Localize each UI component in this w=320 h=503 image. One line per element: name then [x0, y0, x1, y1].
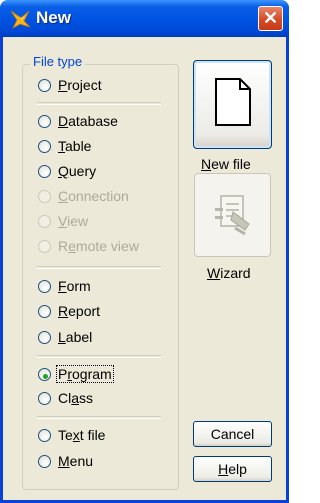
cancel-button[interactable]: Cancel — [193, 421, 272, 447]
separator — [37, 355, 161, 358]
radio-label: Project — [58, 77, 102, 93]
wizard-button[interactable] — [194, 173, 271, 257]
close-icon: ✕ — [262, 8, 279, 28]
radio-circle — [38, 280, 51, 293]
new-doc-spark-icon — [10, 10, 31, 29]
radio-circle — [38, 392, 51, 405]
radio-circle — [38, 429, 51, 442]
radio-circle — [38, 190, 51, 203]
radio-label: Query — [58, 163, 97, 179]
radio-circle — [38, 331, 51, 344]
blank-page-icon — [215, 78, 251, 126]
radio-circle — [38, 455, 51, 468]
radio-label: Class — [58, 390, 94, 406]
radio-label: Program — [56, 365, 114, 383]
new-file-button[interactable] — [193, 60, 272, 149]
radio-label: Label — [58, 329, 93, 345]
radio-label: Report — [58, 303, 101, 319]
radio-circle — [38, 215, 51, 228]
radio-label: View — [58, 213, 89, 229]
radio-circle — [38, 79, 51, 92]
radio-circle — [38, 140, 51, 153]
title-bar[interactable]: New ✕ — [0, 0, 289, 37]
radio-circle — [38, 368, 51, 381]
radio-label: Form — [58, 278, 91, 294]
window-title: New — [36, 8, 71, 27]
radio-label: Text file — [58, 427, 106, 443]
radio-label: Table — [58, 138, 92, 154]
separator — [37, 102, 161, 105]
radio-circle — [38, 240, 51, 253]
separator — [37, 266, 161, 269]
radio-selected-dot — [43, 374, 48, 379]
new-dialog: New ✕ File type Project Database Table Q… — [0, 0, 289, 503]
radio-circle — [38, 165, 51, 178]
wizard-icon — [215, 195, 250, 236]
radio-circle — [38, 115, 51, 128]
radio-label: Menu — [58, 453, 94, 469]
radio-label: Database — [58, 113, 118, 129]
radio-label: Connection — [58, 188, 129, 204]
file-type-label: File type — [30, 54, 86, 69]
new-file-caption: New file — [201, 156, 251, 172]
separator — [37, 416, 161, 419]
help-button[interactable]: Help — [193, 456, 272, 482]
wizard-caption: Wizard — [207, 265, 251, 281]
radio-circle — [38, 305, 51, 318]
close-button[interactable]: ✕ — [258, 6, 283, 31]
radio-label: Remote view — [58, 238, 139, 254]
